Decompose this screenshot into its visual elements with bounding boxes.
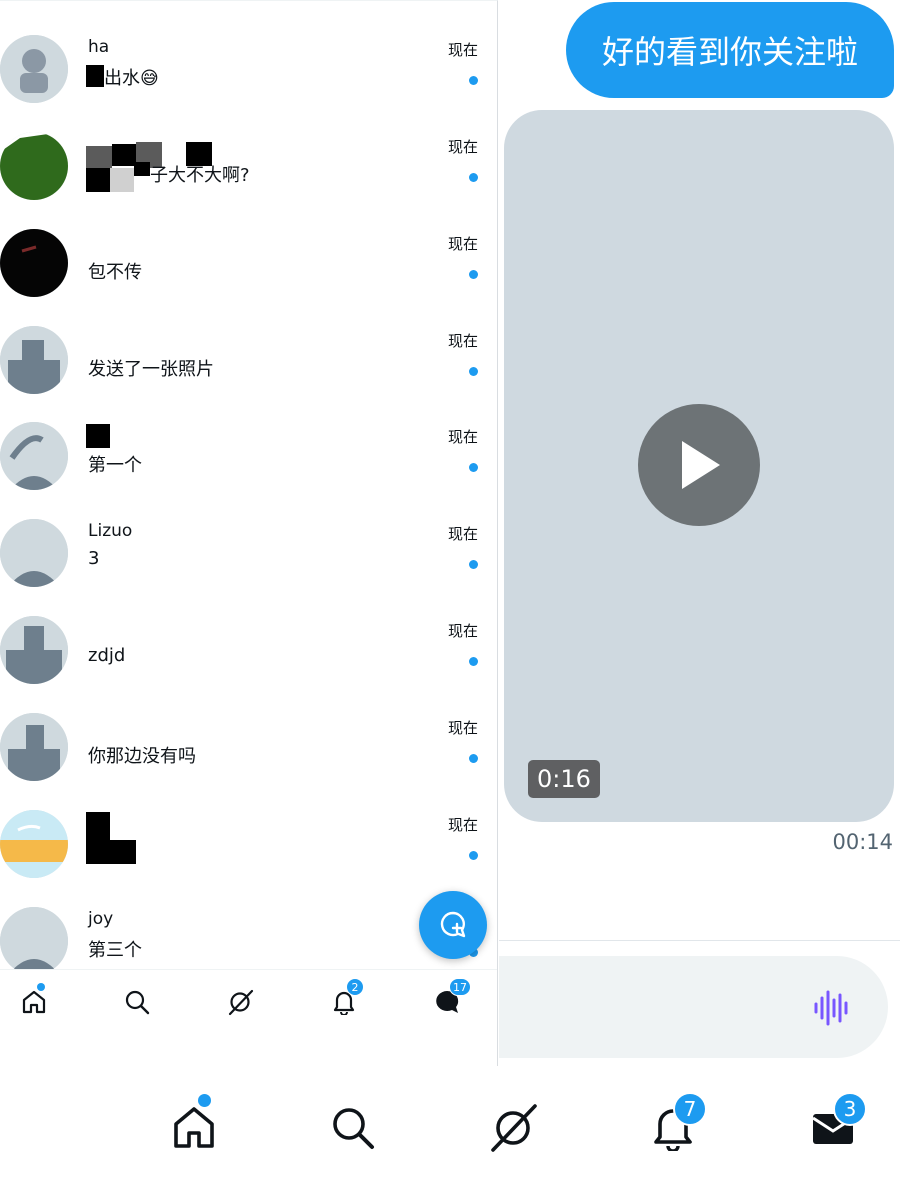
tab-explore[interactable]: [485, 1100, 541, 1156]
new-message-button[interactable]: [419, 891, 487, 959]
conversation-row[interactable]: 发送了一张照片 现在: [0, 326, 497, 422]
avatar: [0, 326, 68, 394]
message-compose-field[interactable]: [499, 956, 888, 1058]
home-icon: [174, 1107, 214, 1148]
unread-dot: [469, 463, 478, 472]
conversation-list-panel: ha 出水😅 现在 子大不大啊? 现在 包不传 现在 发送了一张照片 现在 第一…: [0, 0, 498, 1066]
conversation-name: ha: [88, 37, 110, 57]
conversation-time: 现在: [447, 816, 478, 834]
notifications-badge: 2: [346, 978, 364, 996]
conversation-time: 现在: [447, 41, 478, 59]
search-icon: [333, 1108, 374, 1149]
conversation-row[interactable]: 包不传 现在: [0, 229, 497, 325]
conversation-row[interactable]: zdjd 现在: [0, 616, 497, 712]
conversation-name: joy: [88, 909, 114, 929]
play-button[interactable]: [638, 404, 760, 526]
conversation-time: 现在: [447, 428, 478, 446]
explore-icon: [491, 1104, 537, 1152]
avatar: [0, 616, 68, 684]
avatar: [0, 132, 68, 200]
video-message[interactable]: 0:16: [504, 110, 894, 822]
conversation-preview: zdjd: [88, 645, 126, 666]
unread-dot: [469, 754, 478, 763]
bottom-tab-bar: 7 3: [0, 1070, 900, 1200]
avatar: [0, 519, 68, 587]
home-unread-dot: [37, 983, 45, 991]
conversation-row[interactable]: Lizuo 3 现在: [0, 519, 497, 615]
avatar: [0, 35, 68, 103]
conversation-row[interactable]: 第一个 现在: [0, 422, 497, 518]
redaction-block: [112, 144, 136, 166]
avatar: [0, 713, 68, 781]
conversation-time: 现在: [447, 332, 478, 350]
unread-dot: [469, 270, 478, 279]
play-icon: [682, 441, 720, 489]
tab-messages[interactable]: 17: [427, 978, 471, 1022]
redaction-block: [86, 812, 110, 842]
conversation-preview: 3: [88, 548, 100, 569]
home-unread-dot: [198, 1094, 211, 1107]
message-timestamp: 00:14: [832, 830, 893, 854]
tab-messages[interactable]: 3: [805, 1092, 867, 1156]
conversation-preview: 子大不大啊?: [150, 165, 250, 186]
conversation-time: 现在: [447, 719, 478, 737]
sent-message-bubble[interactable]: 好的看到你关注啦: [566, 2, 894, 98]
conversation-time: 现在: [447, 138, 478, 156]
unread-dot: [469, 851, 478, 860]
conversation-row[interactable]: ha 出水😅 现在: [0, 35, 497, 131]
conversation-row[interactable]: 现在: [0, 810, 497, 906]
unread-dot: [469, 367, 478, 376]
conversation-row[interactable]: 子大不大啊? 现在: [0, 132, 497, 228]
messages-badge: 3: [833, 1092, 867, 1126]
notifications-badge: 7: [673, 1092, 707, 1126]
home-icon: [22, 990, 46, 1014]
left-tab-bar: 2 17: [0, 969, 497, 1035]
voice-wave-icon[interactable]: [812, 988, 852, 1028]
sent-message-text: 好的看到你关注啦: [601, 33, 858, 71]
conversation-preview: 第三个: [88, 940, 142, 961]
unread-dot: [469, 657, 478, 666]
conversation-row[interactable]: 你那边没有吗 现在: [0, 713, 497, 809]
new-message-icon: [440, 911, 466, 938]
avatar: [0, 907, 68, 975]
tab-search[interactable]: [117, 982, 157, 1022]
explore-icon: [228, 989, 254, 1016]
conversation-preview: 第一个: [88, 455, 142, 476]
conversation-preview: 你那边没有吗: [88, 746, 196, 767]
redaction-block: [110, 168, 134, 192]
conversation-preview: 包不传: [88, 262, 142, 283]
search-icon: [125, 990, 150, 1015]
redaction-block: [86, 146, 112, 168]
conversation-preview: 出水😅: [104, 68, 159, 89]
avatar: [0, 422, 68, 490]
redaction-block: [134, 162, 150, 176]
tab-home[interactable]: [14, 982, 54, 1022]
tab-home[interactable]: [166, 1094, 222, 1156]
unread-dot: [469, 76, 478, 85]
redaction-block: [86, 424, 110, 448]
unread-dot: [469, 560, 478, 569]
conversation-preview: 发送了一张照片: [88, 359, 214, 380]
redaction-block: [86, 65, 104, 87]
conversation-time: 现在: [447, 235, 478, 253]
video-duration: 0:16: [528, 760, 600, 798]
tab-notifications[interactable]: 7: [645, 1092, 707, 1156]
avatar: [0, 229, 68, 297]
tab-search[interactable]: [325, 1100, 381, 1156]
avatar: [0, 810, 68, 878]
conversation-time: 现在: [447, 525, 478, 543]
tab-notifications[interactable]: 2: [324, 978, 364, 1022]
redaction-block: [86, 840, 136, 864]
tab-explore[interactable]: [220, 982, 260, 1022]
conversation-time: 现在: [447, 622, 478, 640]
messages-badge: 17: [449, 978, 471, 996]
divider: [499, 940, 900, 941]
redaction-block: [86, 168, 110, 192]
conversation-name: Lizuo: [88, 521, 133, 541]
unread-dot: [469, 173, 478, 182]
